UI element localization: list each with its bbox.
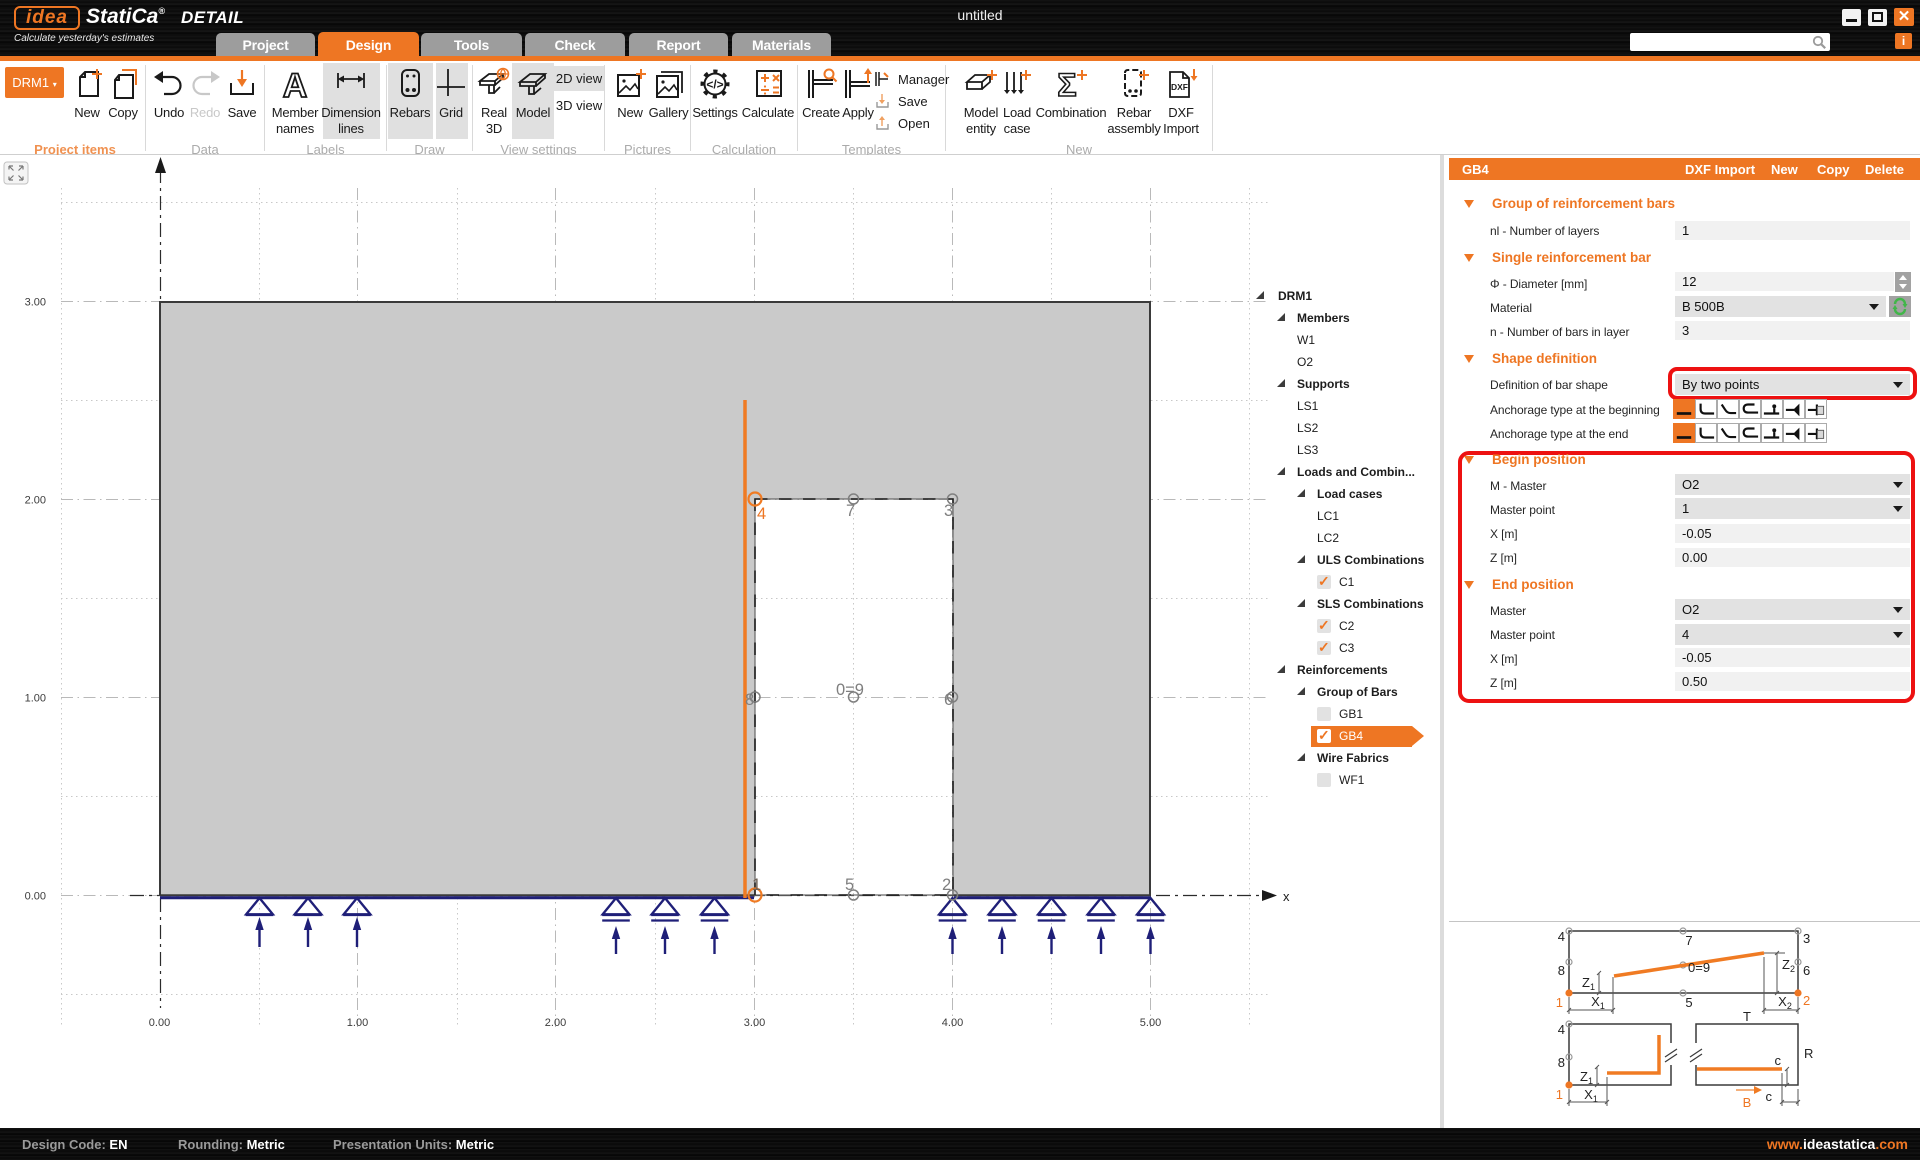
svg-text:</>: </> [706, 78, 723, 92]
svg-text:1: 1 [1556, 995, 1563, 1010]
svg-text:T: T [1743, 1009, 1751, 1024]
svg-text:Z2: Z2 [1782, 957, 1795, 974]
svg-text:4: 4 [1558, 929, 1565, 944]
svg-text:7: 7 [846, 502, 855, 520]
svg-text:6: 6 [1803, 963, 1810, 978]
svg-text:0.00: 0.00 [149, 1017, 170, 1029]
svg-text:X2: X2 [1778, 994, 1792, 1011]
svg-text:1: 1 [1556, 1087, 1563, 1102]
svg-text:4: 4 [1558, 1022, 1565, 1037]
svg-text:0=9: 0=9 [1688, 960, 1710, 975]
svg-text:5.00: 5.00 [1140, 1017, 1161, 1029]
svg-text:1.00: 1.00 [25, 693, 46, 705]
svg-text:B: B [1743, 1095, 1752, 1110]
svg-text:A: A [283, 67, 308, 102]
svg-text:1: 1 [752, 876, 761, 894]
svg-text:c: c [1766, 1089, 1773, 1104]
svg-text:3: 3 [1803, 931, 1810, 946]
svg-text:0=9: 0=9 [836, 681, 864, 699]
svg-text:4: 4 [757, 505, 766, 523]
svg-text:3: 3 [944, 502, 953, 520]
svg-text:7: 7 [1685, 933, 1692, 948]
svg-text:Σ: Σ [1057, 67, 1076, 102]
svg-text:Z1: Z1 [1582, 975, 1595, 992]
svg-text:3.00: 3.00 [744, 1017, 765, 1029]
svg-text:5: 5 [845, 876, 854, 894]
svg-text:1.00: 1.00 [347, 1017, 368, 1029]
svg-text:4.00: 4.00 [942, 1017, 963, 1029]
svg-text:X1: X1 [1584, 1087, 1598, 1104]
svg-text:R: R [1804, 1046, 1813, 1061]
svg-text:3.00: 3.00 [25, 297, 46, 309]
svg-text:8: 8 [745, 691, 754, 709]
svg-text:c: c [1775, 1053, 1782, 1068]
svg-text:2: 2 [1803, 993, 1810, 1008]
svg-text:8: 8 [1558, 963, 1565, 978]
svg-text:x: x [1283, 889, 1290, 904]
svg-text:2.00: 2.00 [545, 1017, 566, 1029]
svg-text:5: 5 [1685, 995, 1692, 1010]
svg-text:Z1: Z1 [1580, 1069, 1593, 1086]
svg-text:DXF: DXF [1171, 82, 1188, 92]
svg-text:0.00: 0.00 [25, 891, 46, 903]
svg-text:2: 2 [942, 876, 951, 894]
svg-text:2.00: 2.00 [25, 495, 46, 507]
svg-text:6: 6 [944, 691, 953, 709]
svg-text:X1: X1 [1591, 994, 1605, 1011]
svg-text:8: 8 [1558, 1055, 1565, 1070]
